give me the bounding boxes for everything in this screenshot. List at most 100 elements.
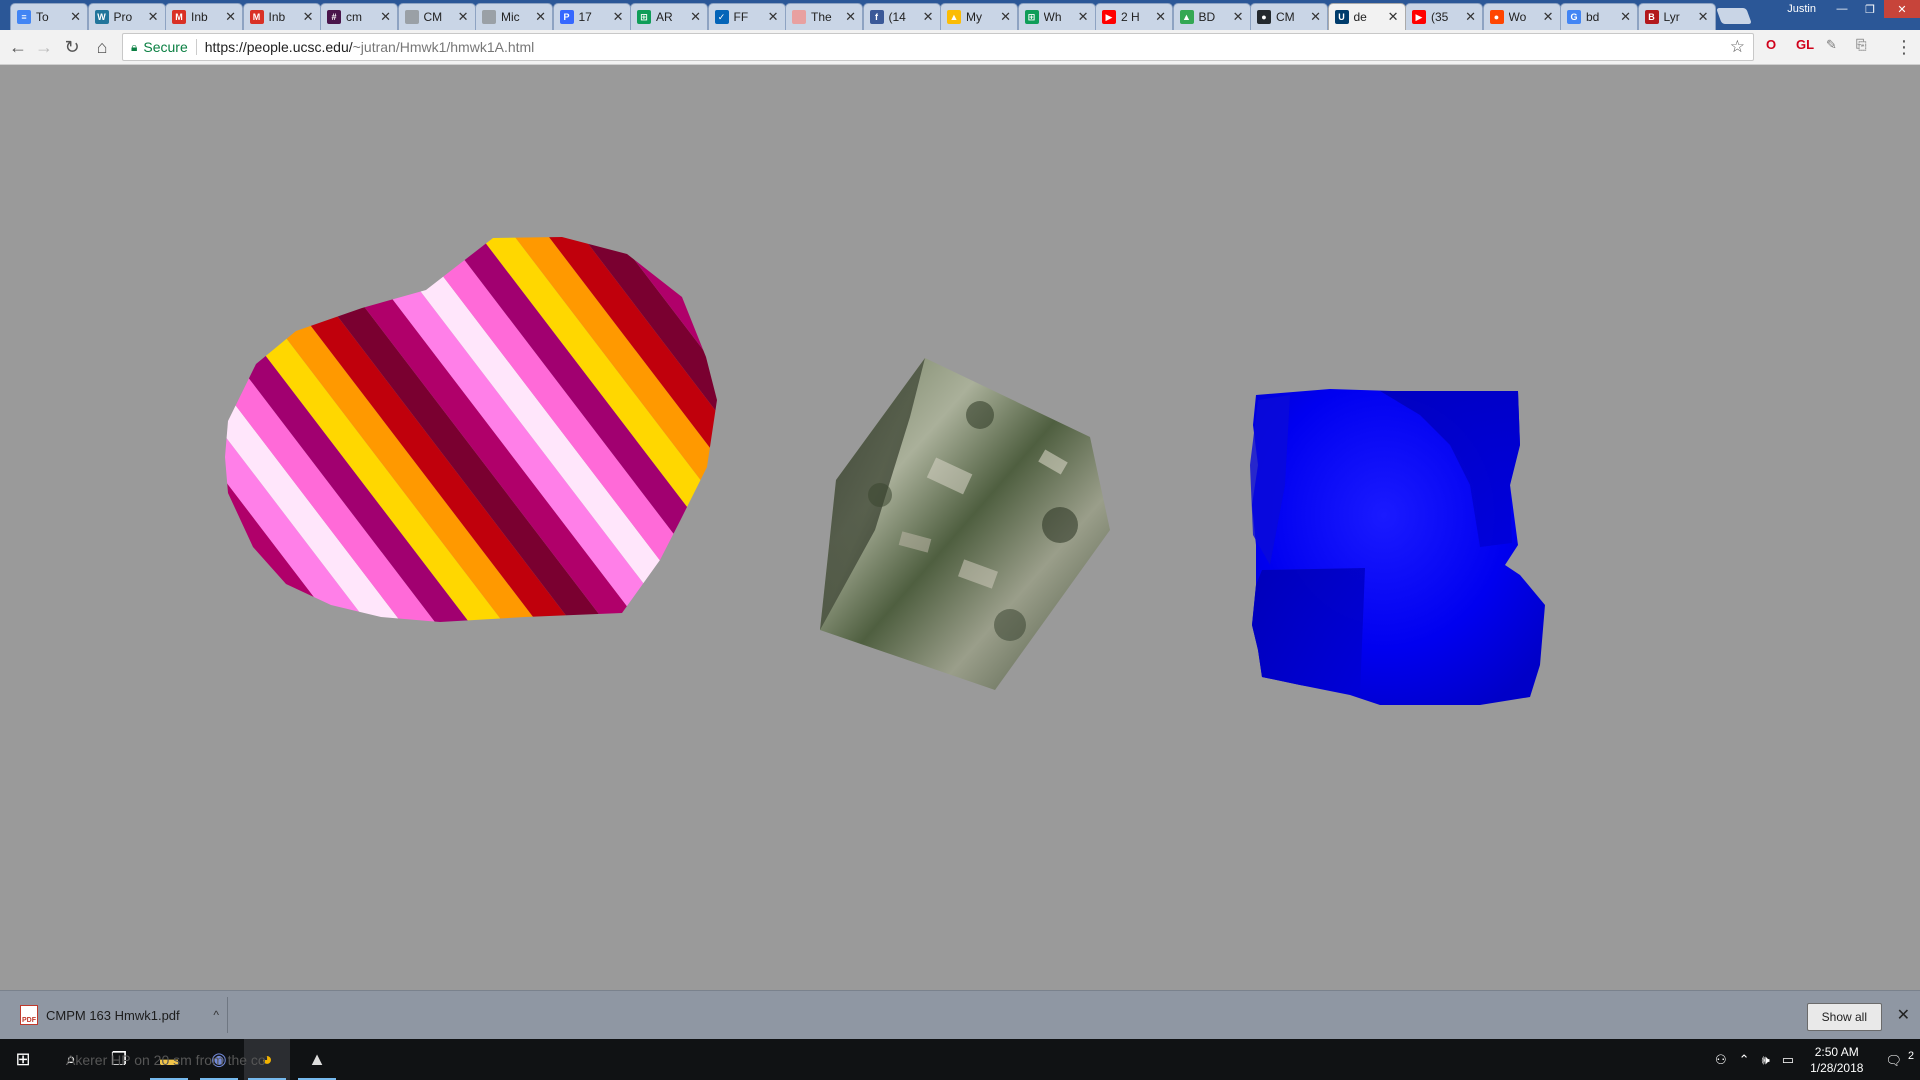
chevron-up-icon[interactable]: ^: [213, 1008, 219, 1022]
tab[interactable]: ⊞ Wh ✕: [1017, 3, 1096, 30]
reddit-icon: ●: [1489, 10, 1504, 24]
tab-close-icon[interactable]: ✕: [535, 9, 546, 25]
tab-close-icon[interactable]: ✕: [1000, 9, 1011, 25]
github-icon: ●: [1257, 10, 1271, 24]
tab-close-icon[interactable]: ✕: [613, 9, 624, 25]
tab-close-icon[interactable]: ✕: [1155, 9, 1166, 25]
secure-label: Secure: [143, 39, 188, 55]
forward-button[interactable]: →: [32, 35, 56, 59]
clock-time: 2:50 AM: [1814, 1044, 1859, 1059]
chevron-up-icon[interactable]: ⌃: [1733, 1052, 1756, 1068]
menu-button[interactable]: ⋮: [1892, 35, 1916, 59]
tab-close-icon[interactable]: ✕: [1310, 9, 1321, 25]
tab-close-icon[interactable]: ✕: [845, 9, 856, 25]
tab[interactable]: f (14 ✕: [862, 3, 941, 30]
tab[interactable]: ● CM ✕: [1250, 3, 1328, 30]
tab-close-icon[interactable]: ✕: [1078, 9, 1089, 25]
tab-title: Inb: [191, 10, 208, 24]
tab[interactable]: B Lyr ✕: [1637, 3, 1716, 30]
google-drive-icon: ▲: [1179, 10, 1194, 24]
tab[interactable]: Ude ✕: [1327, 3, 1406, 30]
volume-icon[interactable]: 🕪︎: [1756, 1052, 1776, 1068]
new-tab-button[interactable]: [1716, 8, 1752, 24]
tab[interactable]: ▶ 2 H ✕: [1095, 3, 1173, 30]
tab-title: CM: [1276, 10, 1295, 24]
home-button[interactable]: ⌂: [90, 35, 114, 59]
tab-close-icon[interactable]: ✕: [70, 9, 81, 25]
tab[interactable]: M Inb ✕: [165, 3, 243, 30]
tab[interactable]: ⊞ AR ✕: [630, 3, 708, 30]
tab-title: Wh: [1043, 10, 1062, 24]
tab-close-icon[interactable]: ✕: [1543, 9, 1554, 25]
start-button[interactable]: ⊞: [0, 1039, 46, 1080]
tab-close-icon[interactable]: ✕: [1465, 9, 1476, 25]
profile-button[interactable]: Justin: [1777, 0, 1826, 18]
tab-title: cm: [346, 10, 362, 24]
tab-close-icon[interactable]: ✕: [458, 9, 469, 25]
tab-close-icon[interactable]: ✕: [303, 9, 314, 25]
tab[interactable]: ▶ (35 ✕: [1405, 3, 1483, 30]
people-icon[interactable]: ⚇: [1709, 1052, 1733, 1068]
tab-close-icon[interactable]: ✕: [148, 9, 159, 25]
google-icon: G: [1567, 10, 1581, 24]
tab[interactable]: ▲ BD ✕: [1172, 3, 1251, 30]
webgl-canvas[interactable]: [0, 65, 1920, 990]
pdf-file-icon: PDF: [20, 1005, 38, 1025]
address-bar[interactable]: 🔒︎ Secure https://people.ucsc.edu/~jutra…: [122, 33, 1754, 61]
sphere-stripe: [0, 165, 166, 715]
window-controls: — ❐ ✕: [1828, 0, 1920, 18]
tab[interactable]: # cm ✕: [320, 3, 398, 30]
tab-close-icon[interactable]: ✕: [225, 9, 236, 25]
google-sheets-icon: ⊞: [1024, 10, 1039, 24]
arrow-right-icon: →: [35, 36, 53, 57]
close-icon[interactable]: ✕: [1897, 1005, 1910, 1025]
close-window-button[interactable]: ✕: [1884, 0, 1920, 18]
tab[interactable]: ≡ To ✕: [10, 3, 88, 30]
bookmark-star-icon[interactable]: ☆: [1730, 37, 1745, 57]
tab-title: Lyr: [1663, 10, 1680, 24]
tab[interactable]: ● Wo ✕: [1482, 3, 1561, 30]
tab[interactable]: ▲ My ✕: [940, 3, 1018, 30]
app-button[interactable]: ▲: [294, 1039, 340, 1080]
tab-close-icon[interactable]: ✕: [768, 9, 779, 25]
acrobat-extension-icon[interactable]: ⎘: [1856, 37, 1866, 53]
tab[interactable]: Gbd ✕: [1560, 3, 1638, 30]
opera-extension-icon[interactable]: O: [1766, 37, 1776, 52]
tab-title: 2 H: [1121, 10, 1140, 24]
clock[interactable]: 2:50 AM 1/28/2018: [1800, 1044, 1873, 1076]
tab-close-icon[interactable]: ✕: [1388, 9, 1399, 25]
tab-title: bd: [1586, 10, 1600, 24]
document-icon: [404, 10, 419, 24]
tab-close-icon[interactable]: ✕: [1620, 9, 1631, 25]
pen-extension-icon[interactable]: ✎: [1826, 37, 1837, 53]
maximize-button[interactable]: ❐: [1856, 0, 1884, 18]
tab-close-icon[interactable]: ✕: [1233, 9, 1244, 25]
google-drive-icon: ▲: [947, 10, 961, 24]
gl-extension-icon[interactable]: GL: [1796, 37, 1814, 52]
tab-close-icon[interactable]: ✕: [380, 9, 391, 25]
tab[interactable]: ✓ FF ✕: [707, 3, 786, 30]
windows-taskbar: ⊞ ⌕ ❐ ▬ ◉ ◕ ▲ Akerer HP on 20 sm from th…: [0, 1039, 1920, 1080]
more-vertical-icon: ⋮: [1895, 36, 1913, 57]
tab-close-icon[interactable]: ✕: [923, 9, 934, 25]
tab[interactable]: M Inb ✕: [242, 3, 321, 30]
gmail-icon: M: [172, 10, 186, 24]
download-item[interactable]: PDF CMPM 163 Hmwk1.pdf ^: [12, 997, 228, 1033]
back-button[interactable]: ←: [6, 35, 30, 59]
minimize-button[interactable]: —: [1828, 0, 1856, 18]
tab[interactable]: P 17 ✕: [552, 3, 631, 30]
pandora-icon: P: [559, 10, 574, 24]
tab-close-icon[interactable]: ✕: [690, 9, 701, 25]
show-all-button[interactable]: Show all: [1806, 1003, 1882, 1031]
tab[interactable]: Mic ✕: [475, 3, 553, 30]
battery-icon[interactable]: ▭: [1776, 1052, 1800, 1068]
tab[interactable]: W Pro ✕: [87, 3, 166, 30]
tab[interactable]: The ✕: [785, 3, 863, 30]
mail-icon: ✓: [714, 10, 729, 24]
tab[interactable]: CM ✕: [397, 3, 476, 30]
tab-title: de: [1353, 10, 1367, 24]
reload-button[interactable]: ↻: [60, 35, 84, 59]
url-host: https://people.ucsc.edu/: [204, 39, 353, 55]
tab-close-icon[interactable]: ✕: [1698, 9, 1709, 25]
action-center-button[interactable]: 🗨︎ 2: [1873, 1050, 1920, 1068]
